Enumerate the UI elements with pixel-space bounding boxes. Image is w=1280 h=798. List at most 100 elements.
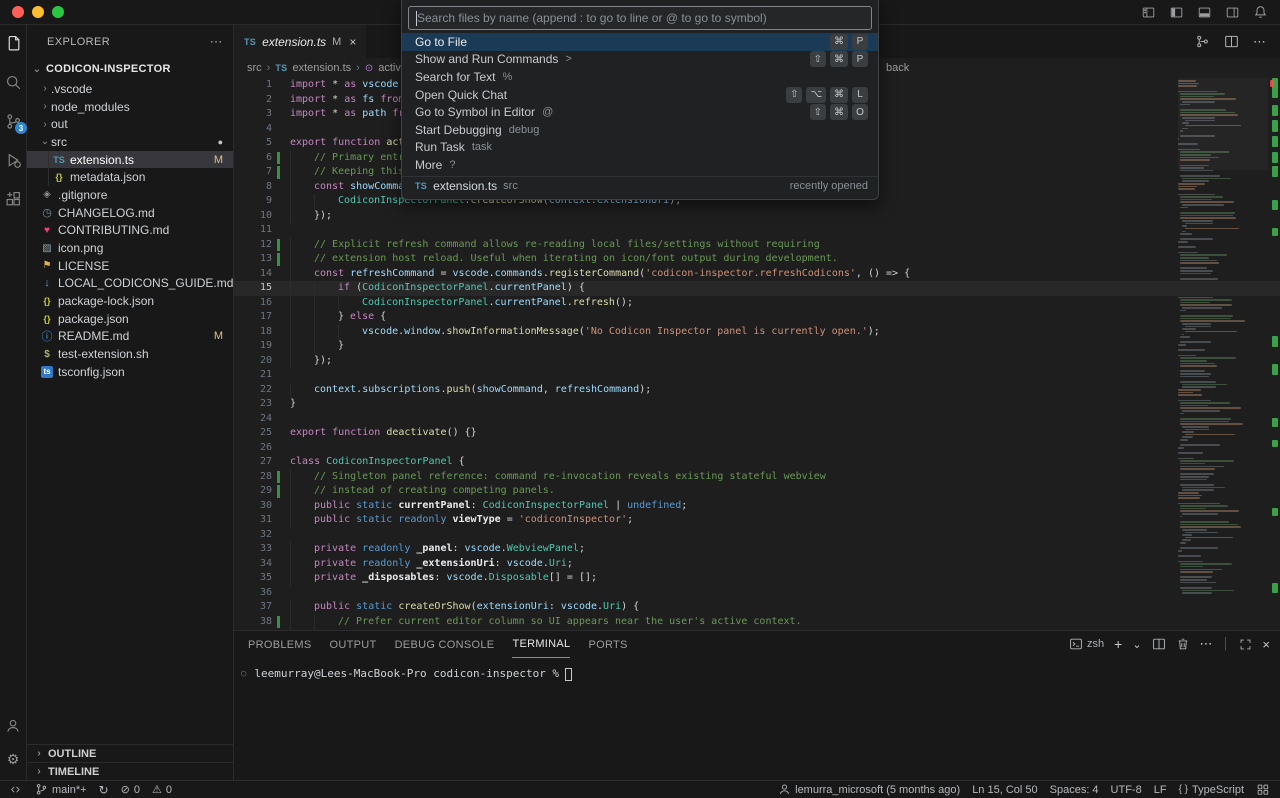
- panel-tab-debug-console[interactable]: DEBUG CONSOLE: [395, 631, 495, 658]
- tree-item-readme-md[interactable]: ⓘREADME.mdM: [27, 328, 233, 346]
- status-error[interactable]: ⊘0: [121, 783, 140, 796]
- code-line-26[interactable]: 26: [234, 441, 1280, 456]
- code-line-15[interactable]: 15if (CodiconInspectorPanel.currentPanel…: [234, 281, 1280, 296]
- minimize-window-button[interactable]: [32, 6, 44, 18]
- quick-open-item-go-to-symbol-in-editor[interactable]: Go to Symbol in Editor@⇧⌘O: [402, 103, 878, 121]
- code-line-33[interactable]: 33private readonly _panel: vscode.Webvie…: [234, 542, 1280, 557]
- code-line-25[interactable]: 25export function deactivate() {}: [234, 426, 1280, 441]
- tree-item-icon-png[interactable]: ▨icon.png: [27, 239, 233, 257]
- code-line-12[interactable]: 12// Explicit refresh command allows re-…: [234, 238, 1280, 253]
- code-line-23[interactable]: 23}: [234, 397, 1280, 412]
- toggle-sidebar-left-icon[interactable]: [1169, 6, 1184, 19]
- quick-open-item-run-task[interactable]: Run Tasktask: [402, 139, 878, 157]
- more-actions-icon[interactable]: ⋯: [1253, 34, 1266, 50]
- status-utf-8[interactable]: UTF-8: [1111, 784, 1142, 796]
- toggle-sidebar-right-icon[interactable]: [1225, 6, 1240, 19]
- layout-customize-icon[interactable]: [1141, 6, 1156, 19]
- trash-icon[interactable]: [1176, 637, 1190, 651]
- status-grid[interactable]: [1256, 783, 1270, 796]
- timeline-section-header[interactable]: › TIMELINE: [27, 762, 233, 780]
- tree-item-test-extension-sh[interactable]: $test-extension.sh: [27, 345, 233, 363]
- close-tab-icon[interactable]: ×: [349, 35, 356, 49]
- code-line-29[interactable]: 29// instead of creating competing panel…: [234, 484, 1280, 499]
- outline-section-header[interactable]: › OUTLINE: [27, 744, 233, 762]
- sidebar-section-codicon-inspector[interactable]: ⌄ CODICON-INSPECTOR: [27, 58, 233, 80]
- tree-item-gitignore[interactable]: ◈.gitignore: [27, 186, 233, 204]
- tree-item-node-modules[interactable]: ›node_modules: [27, 98, 233, 116]
- tree-item-extension-ts[interactable]: TSextension.tsM: [27, 151, 233, 169]
- code-line-31[interactable]: 31public static readonly viewType = 'cod…: [234, 513, 1280, 528]
- code-line-34[interactable]: 34private readonly _extensionUri: vscode…: [234, 557, 1280, 572]
- code-line-18[interactable]: 18vscode.window.showInformationMessage('…: [234, 325, 1280, 340]
- code-line-36[interactable]: 36: [234, 586, 1280, 601]
- breadcrumb-item-extension-ts[interactable]: extension.ts: [292, 62, 351, 74]
- tree-item-local-codicons-guide-md[interactable]: ↓LOCAL_CODICONS_GUIDE.md: [27, 275, 233, 293]
- status-remote[interactable]: [10, 784, 23, 796]
- zoom-window-button[interactable]: [52, 6, 64, 18]
- activity-accounts[interactable]: [4, 717, 22, 735]
- split-editor-icon[interactable]: [1224, 34, 1239, 49]
- code-line-10[interactable]: 10});: [234, 209, 1280, 224]
- code-line-17[interactable]: 17} else {: [234, 310, 1280, 325]
- quick-open-item-go-to-file[interactable]: Go to File⌘P: [402, 33, 878, 51]
- status-person[interactable]: lemurra_microsoft (5 months ago): [778, 783, 960, 796]
- tree-item-metadata-json[interactable]: {}metadata.json: [27, 168, 233, 186]
- source-control-graph-icon[interactable]: [1195, 34, 1210, 49]
- code-line-11[interactable]: 11: [234, 223, 1280, 238]
- panel-tab-terminal[interactable]: TERMINAL: [512, 631, 570, 658]
- code-line-38[interactable]: 38// Prefer current editor column so UI …: [234, 615, 1280, 630]
- activity-search[interactable]: [4, 73, 22, 91]
- close-icon[interactable]: ×: [1262, 637, 1270, 652]
- breadcrumb-item-src[interactable]: src: [247, 62, 262, 74]
- quick-open-item-more[interactable]: More?: [402, 156, 878, 174]
- quick-open-file-result[interactable]: TS extension.ts src recently opened: [402, 176, 878, 195]
- status-sync[interactable]: ↻: [99, 783, 109, 797]
- tree-item-changelog-md[interactable]: ◷CHANGELOG.md: [27, 204, 233, 222]
- tree-item-license[interactable]: ⚑LICENSE: [27, 257, 233, 275]
- code-line-32[interactable]: 32: [234, 528, 1280, 543]
- shell-selector[interactable]: zsh: [1069, 637, 1104, 651]
- code-line-30[interactable]: 30public static currentPanel: CodiconIns…: [234, 499, 1280, 514]
- maximize-icon[interactable]: [1239, 638, 1252, 651]
- activity-explorer[interactable]: [4, 34, 22, 52]
- activity-run-debug[interactable]: [4, 151, 22, 169]
- code-line-16[interactable]: 16CodiconInspectorPanel.currentPanel.ref…: [234, 296, 1280, 311]
- quick-open-input[interactable]: [409, 7, 871, 29]
- code-line-21[interactable]: 21: [234, 368, 1280, 383]
- code-line-28[interactable]: 28// Singleton panel reference: command …: [234, 470, 1280, 485]
- quick-open-item-search-for-text[interactable]: Search for Text%: [402, 68, 878, 86]
- sidebar-more-actions-icon[interactable]: ⋯: [210, 34, 223, 50]
- code-line-14[interactable]: 14const refreshCommand = vscode.commands…: [234, 267, 1280, 282]
- status-lf[interactable]: LF: [1154, 784, 1167, 796]
- status-warning[interactable]: ⚠0: [152, 783, 172, 796]
- tree-item-package-lock-json[interactable]: {}package-lock.json: [27, 292, 233, 310]
- notifications-bell-icon[interactable]: [1253, 6, 1268, 19]
- more-icon[interactable]: ⋯: [1200, 636, 1213, 652]
- status-ln-15-col-50[interactable]: Ln 15, Col 50: [972, 784, 1037, 796]
- tree-item-package-json[interactable]: {}package.json: [27, 310, 233, 328]
- panel-tab-ports[interactable]: PORTS: [588, 631, 627, 658]
- tab-extension-ts[interactable]: TS extension.ts M ×: [234, 25, 366, 58]
- activity-settings[interactable]: ⚙: [4, 750, 22, 768]
- status-branch[interactable]: main*+: [35, 783, 87, 796]
- close-window-button[interactable]: [12, 6, 24, 18]
- code-line-22[interactable]: 22context.subscriptions.push(showCommand…: [234, 383, 1280, 398]
- code-line-13[interactable]: 13// extension host reload. Useful when …: [234, 252, 1280, 267]
- status-spaces-4[interactable]: Spaces: 4: [1050, 784, 1099, 796]
- code-line-24[interactable]: 24: [234, 412, 1280, 427]
- tree-item-tsconfig-json[interactable]: tstsconfig.json: [27, 363, 233, 381]
- status-braces[interactable]: { }TypeScript: [1179, 784, 1244, 796]
- code-line-27[interactable]: 27class CodiconInspectorPanel {: [234, 455, 1280, 470]
- code-line-37[interactable]: 37public static createOrShow(extensionUr…: [234, 600, 1280, 615]
- chevron-down-icon[interactable]: ⌄: [1132, 638, 1141, 651]
- tree-item-vscode[interactable]: ›.vscode: [27, 80, 233, 98]
- activity-extensions[interactable]: [4, 190, 22, 208]
- code-line-19[interactable]: 19}: [234, 339, 1280, 354]
- code-line-35[interactable]: 35private _disposables: vscode.Disposabl…: [234, 571, 1280, 586]
- toggle-panel-icon[interactable]: [1197, 6, 1212, 19]
- quick-open-item-start-debugging[interactable]: Start Debuggingdebug: [402, 121, 878, 139]
- quick-open-item-show-and-run-commands[interactable]: Show and Run Commands>⇧⌘P: [402, 51, 878, 69]
- quick-open-item-open-quick-chat[interactable]: Open Quick Chat⇧⌥⌘L: [402, 86, 878, 104]
- activity-source-control[interactable]: 3: [4, 112, 22, 130]
- split-icon[interactable]: [1152, 637, 1166, 651]
